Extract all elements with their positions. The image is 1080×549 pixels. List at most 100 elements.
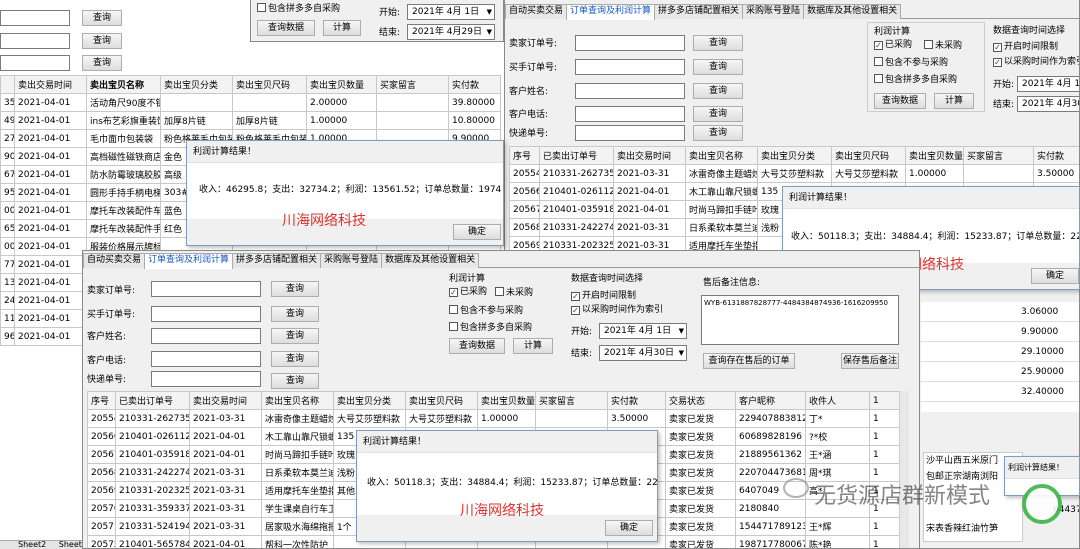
after-sale-note-label: 售后备注信息:	[703, 278, 761, 288]
r-cell-name: 日系柔软本莫兰迪	[685, 218, 758, 237]
r-seller-order-input[interactable]	[575, 35, 685, 51]
end-date-picker-top[interactable]: 2021年 4月29日 ▼	[407, 24, 495, 40]
left-dialog-title: 利润计算结果！	[187, 141, 503, 163]
sheet-tab-2[interactable]: Sheet2	[18, 540, 46, 549]
main-table-row[interactable]: 20554210331-26273512021-03-31冰雷奇像主题蜡烛大号艾…	[87, 409, 908, 428]
cell-order: 210401-5657840	[115, 535, 190, 548]
tab-auto-trade[interactable]: 自动买卖交易	[83, 253, 146, 268]
right-tab-pdd-config[interactable]: 拼多多店铺配置相关	[654, 4, 744, 19]
r-purchased-checkbox[interactable]: ✓ 已采购	[874, 40, 912, 51]
purchase-time-index-checkbox[interactable]: ✓ 以采购时间作为索引	[571, 305, 663, 316]
query-data-button[interactable]: 查询数据	[449, 338, 505, 354]
bg-query-button-3[interactable]: 查询	[82, 55, 122, 71]
r-query-button-5[interactable]: 查询	[693, 125, 743, 141]
bg-col-id	[0, 75, 15, 94]
r-query-button-1[interactable]: 查询	[693, 35, 743, 51]
query-data-button-top[interactable]: 查询数据	[257, 20, 315, 36]
purchased-checkbox[interactable]: ✓ 已采购	[449, 287, 487, 298]
query-button-seller[interactable]: 查询	[271, 281, 319, 297]
customer-phone-input[interactable]	[151, 351, 261, 367]
bg-cell-cat: 加厚8片链	[160, 111, 233, 130]
profit-calc-title: 利润计算	[449, 274, 486, 284]
right-table-row[interactable]: 20554 210331-2627351 2021-03-31 冰雷奇像主题蜡烛 大号艾…	[509, 164, 1079, 183]
query-button-express[interactable]: 查询	[271, 373, 319, 389]
cell-status: 卖家已发货	[665, 517, 736, 536]
start-date-picker[interactable]: 2021年 4月 1日 ▼	[599, 323, 687, 339]
cell-nick: 198717780067	[735, 535, 806, 548]
seller-order-input[interactable]	[151, 281, 261, 297]
tab-order-query[interactable]: 订单查询及利润计算	[144, 253, 234, 269]
after-sale-note-box[interactable]: WYB-6131887828777-4484384874936-16162099…	[701, 295, 899, 345]
r-cell-order: 210401-0261121	[539, 182, 614, 201]
center-dialog-confirm-button[interactable]: 确定	[605, 520, 653, 536]
cell-date: 2021-03-31	[189, 463, 262, 482]
query-button-phone[interactable]: 查询	[271, 351, 319, 367]
right-dialog-confirm-button[interactable]: 确定	[1031, 268, 1079, 284]
right-tab-order-query[interactable]: 订单查询及利润计算	[566, 4, 656, 20]
query-button-name[interactable]: 查询	[271, 328, 319, 344]
r-include-pdd-checkbox[interactable]: 包含拼多多自采购	[874, 74, 957, 86]
r-query-button-4[interactable]: 查询	[693, 106, 743, 122]
r-query-data-button[interactable]: 查询数据	[874, 93, 926, 109]
main-tab-bar: 自动买卖交易 订单查询及利润计算 拼多多店铺配置相关 采购账号登陆 数据库及其他设置相关	[83, 253, 919, 269]
r-express-label: 快递单号:	[509, 129, 549, 139]
r-col-qty: 卖出宝贝数量	[905, 146, 964, 165]
r-excl-checkbox[interactable]: 包含不参与采购	[874, 57, 948, 69]
end-date-picker[interactable]: 2021年 4月30日 ▼	[599, 345, 687, 361]
r-customer-name-input[interactable]	[575, 83, 685, 99]
r-customer-phone-input[interactable]	[575, 106, 685, 122]
r-enable-time-checkbox[interactable]: ✓ 开启时间限制	[993, 42, 1058, 53]
bg-table-row[interactable]: 3502021-04-01活动角尺90度不银 2.00000 39.80000	[0, 93, 501, 112]
bg-input-1[interactable]	[0, 10, 70, 26]
tab-db-settings[interactable]: 数据库及其他设置相关	[381, 253, 480, 268]
left-dialog-confirm-button[interactable]: 确定	[453, 224, 501, 240]
r-cell-seq: 20554	[509, 164, 540, 183]
bg-query-button-1[interactable]: 查询	[82, 10, 122, 26]
enable-time-limit-checkbox[interactable]: ✓ 开启时间限制	[571, 291, 636, 302]
query-button-buyer[interactable]: 查询	[271, 306, 319, 322]
query-after-sale-button[interactable]: 查询存在售后的订单	[703, 353, 795, 369]
r-time-title: 数据查询时间选择	[993, 26, 1066, 36]
right-tab-db-settings[interactable]: 数据库及其他设置相关	[803, 4, 902, 19]
r-query-button-2[interactable]: 查询	[693, 59, 743, 75]
customer-name-input[interactable]	[151, 328, 261, 344]
r-cell-date: 2021-03-31	[613, 218, 686, 237]
seller-order-label: 卖家订单号:	[87, 286, 136, 296]
cell-order: 210331-2627351	[115, 409, 190, 428]
save-after-sale-button[interactable]: 保存售后备注	[841, 353, 899, 369]
bg-query-button-2[interactable]: 查询	[82, 33, 122, 49]
include-pdd-checkbox[interactable]: 包含拼多多自采购	[449, 322, 532, 334]
include-pdd-checkbox-top[interactable]: 包含拼多多自采购	[257, 3, 340, 15]
bg-cell-id: 650	[0, 219, 15, 238]
start-label: 开始:	[571, 327, 593, 337]
left-brand-text: 川海网络科技	[282, 213, 366, 229]
bg-cell-paid: 39.80000	[448, 93, 501, 112]
calculate-button-top[interactable]: 计算	[323, 20, 361, 36]
r-buyer-order-input[interactable]	[575, 59, 685, 75]
r-not-purchased-checkbox[interactable]: 未采购	[924, 40, 962, 52]
main-table-scrollbar[interactable]	[899, 391, 909, 548]
r-query-button-3[interactable]: 查询	[693, 83, 743, 99]
r-start-date-picker[interactable]: 2021年 4月 1	[1017, 76, 1079, 92]
tab-purchase-login[interactable]: 采购账号登陆	[320, 253, 383, 268]
start-date-picker-top[interactable]: 2021年 4月 1日 ▼	[407, 4, 495, 20]
not-purchased-checkbox[interactable]: 未采购	[495, 287, 533, 299]
left-dialog-result: 收入：46295.8；支出：32734.2；利润：13561.52；订单总数量：…	[199, 185, 502, 195]
bg-cell-id: 002	[0, 201, 15, 220]
calculate-button[interactable]: 计算	[513, 338, 553, 354]
right-tab-purchase-login[interactable]: 采购账号登陆	[742, 4, 805, 19]
exclude-profit-checkbox[interactable]: 包含不参与采购	[449, 305, 523, 317]
buyer-order-input[interactable]	[151, 306, 261, 322]
bg-input-2[interactable]	[0, 33, 70, 49]
express-input[interactable]	[151, 371, 261, 387]
bg-input-3[interactable]	[0, 55, 70, 71]
right-tab-auto-trade[interactable]: 自动买卖交易	[505, 4, 568, 19]
bg-cell-msg	[376, 111, 449, 130]
r-calculate-button[interactable]: 计算	[934, 93, 974, 109]
bg-cell-date: 2021-04-01	[14, 219, 87, 238]
bg-table-row[interactable]: 4982021-04-01ins布艺彩旗重装饰加厚8片链加厚8片链1.00000…	[0, 111, 501, 130]
r-express-input[interactable]	[575, 125, 685, 141]
r-purchase-index-checkbox[interactable]: ✓ 以采购时间作为索引	[993, 57, 1079, 68]
tab-pdd-config[interactable]: 拼多多店铺配置相关	[232, 253, 322, 268]
r-end-date-picker[interactable]: 2021年 4月30	[1017, 96, 1079, 112]
